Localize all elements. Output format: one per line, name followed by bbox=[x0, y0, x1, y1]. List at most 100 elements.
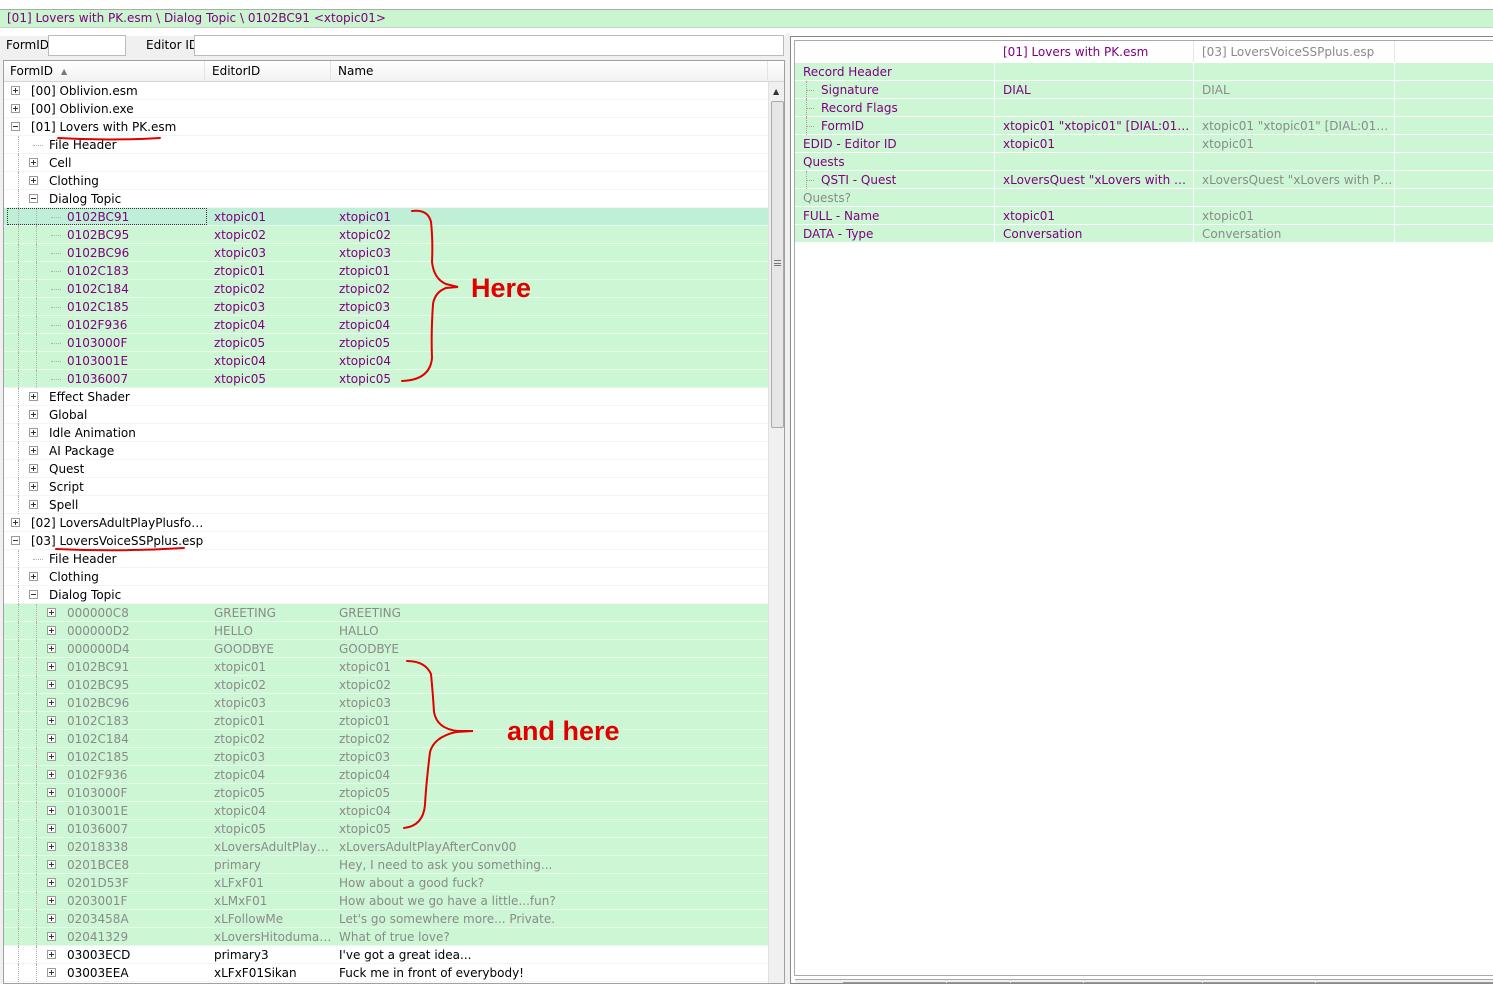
expand-plus-icon[interactable] bbox=[47, 932, 56, 941]
column-header-name[interactable]: Name bbox=[332, 61, 768, 82]
record-field-value-plugin-2[interactable]: xtopic01 bbox=[1195, 207, 1395, 224]
record-field-value-plugin-2[interactable]: Conversation bbox=[1195, 225, 1395, 242]
expand-plus-icon[interactable] bbox=[47, 806, 56, 815]
expand-plus-icon[interactable] bbox=[29, 410, 38, 419]
expand-plus-icon[interactable] bbox=[47, 896, 56, 905]
record-field-value-plugin-2[interactable] bbox=[1195, 99, 1395, 116]
record-field-value-plugin-1[interactable] bbox=[996, 153, 1194, 170]
tree-row[interactable]: 0203458A xLFollowMe Let's go somewhere mor… bbox=[4, 910, 768, 928]
collapse-minus-icon[interactable] bbox=[29, 590, 38, 599]
record-view-row[interactable]: FormIDxtopic01 "xtopic01" [DIAL:0102BC..… bbox=[795, 117, 1493, 135]
tree-row[interactable]: 0201BCE8 primary Hey, I need to ask you so… bbox=[4, 856, 768, 874]
tree-row[interactable]: 0102C185 ztopic03 ztopic03 bbox=[4, 748, 768, 766]
tree-row[interactable]: 0201D53F xLFxF01 How about a good fuck? bbox=[4, 874, 768, 892]
tree-row[interactable]: 0102BC96 xtopic03 xtopic03 bbox=[4, 244, 768, 262]
tree-row[interactable]: File Header bbox=[4, 550, 768, 568]
record-field-value-plugin-2[interactable]: DIAL bbox=[1195, 81, 1395, 98]
tree-row[interactable]: 000000D2 HELLO HALLO bbox=[4, 622, 768, 640]
formid-filter-input[interactable] bbox=[48, 35, 126, 56]
tree-row[interactable]: 0102BC91 xtopic01 xtopic01 bbox=[4, 208, 768, 226]
expand-plus-icon[interactable] bbox=[29, 392, 38, 401]
expand-plus-icon[interactable] bbox=[29, 482, 38, 491]
tree-row[interactable]: 01036007 xtopic05 xtopic05 bbox=[4, 370, 768, 388]
expand-plus-icon[interactable] bbox=[47, 662, 56, 671]
record-field-value-plugin-2[interactable] bbox=[1195, 153, 1395, 170]
expand-plus-icon[interactable] bbox=[47, 914, 56, 923]
tree-row[interactable]: 0102BC95 xtopic02 xtopic02 bbox=[4, 676, 768, 694]
expand-plus-icon[interactable] bbox=[29, 446, 38, 455]
tree-row[interactable]: 02041329 xLoversHitodumaK... What of true … bbox=[4, 928, 768, 946]
collapse-minus-icon[interactable] bbox=[11, 122, 20, 131]
record-field-value-plugin-1[interactable]: Conversation bbox=[996, 225, 1194, 242]
tree-row[interactable]: 0102C183 ztopic01 ztopic01 bbox=[4, 262, 768, 280]
collapse-minus-icon[interactable] bbox=[11, 536, 20, 545]
expand-plus-icon[interactable] bbox=[47, 608, 56, 617]
tree-row[interactable]: 000000D4 GOODBYE GOODBYE bbox=[4, 640, 768, 658]
tree-row[interactable]: Global bbox=[4, 406, 768, 424]
expand-plus-icon[interactable] bbox=[47, 734, 56, 743]
tree-row[interactable]: [02] LoversAdultPlayPlusforSSP.esp bbox=[4, 514, 768, 532]
expand-plus-icon[interactable] bbox=[47, 770, 56, 779]
tree-row[interactable]: 0203001F xLMxF01 How about we go have a li… bbox=[4, 892, 768, 910]
tree-row[interactable]: 03003EEA xLFxF01Sikan Fuck me in front of … bbox=[4, 964, 768, 982]
tree-row[interactable]: 03003ECD primary3 I've got a great idea... bbox=[4, 946, 768, 964]
tree-row[interactable]: Cell bbox=[4, 154, 768, 172]
record-view-row[interactable]: QSTI - Quest xLoversQuest "xLovers with P… bbox=[795, 171, 1493, 189]
navigation-tree[interactable]: FormID ▲ EditorID Name [00] Oblivion.esm[… bbox=[3, 60, 785, 984]
tree-row[interactable]: 0102BC96 xtopic03 xtopic03 bbox=[4, 694, 768, 712]
tree-row[interactable]: Dialog Topic bbox=[4, 586, 768, 604]
tree-row[interactable]: 0102C183 ztopic01 ztopic01 bbox=[4, 712, 768, 730]
expand-plus-icon[interactable] bbox=[11, 104, 20, 113]
tree-row[interactable]: Dialog Topic bbox=[4, 190, 768, 208]
expand-plus-icon[interactable] bbox=[47, 680, 56, 689]
expand-plus-icon[interactable] bbox=[29, 158, 38, 167]
record-field-value-plugin-2[interactable]: xtopic01 "xtopic01" [DIAL:0102BC... bbox=[1195, 117, 1395, 134]
record-view-row[interactable]: Record Flags bbox=[795, 99, 1493, 117]
record-field-value-plugin-1[interactable] bbox=[996, 189, 1194, 206]
tree-row[interactable]: [00] Oblivion.esm bbox=[4, 82, 768, 100]
column-header-formid[interactable]: FormID ▲ bbox=[4, 61, 205, 82]
tree-row[interactable]: 0102F936 ztopic04 ztopic04 bbox=[4, 766, 768, 784]
tree-vertical-scrollbar[interactable]: ▲ bbox=[768, 82, 784, 983]
record-view-row[interactable]: Quests? bbox=[795, 189, 1493, 207]
expand-plus-icon[interactable] bbox=[47, 644, 56, 653]
expand-plus-icon[interactable] bbox=[29, 428, 38, 437]
tree-row[interactable]: 0103000F ztopic05 ztopic05 bbox=[4, 334, 768, 352]
record-field-value-plugin-2[interactable]: xLoversQuest "xLovers with PK Q... bbox=[1195, 171, 1395, 188]
record-view-header-plugin-1[interactable]: [01] Lovers with PK.esm bbox=[996, 41, 1194, 62]
tree-row[interactable]: Idle Animation bbox=[4, 424, 768, 442]
record-field-value-plugin-2[interactable]: xtopic01 bbox=[1195, 135, 1395, 152]
expand-plus-icon[interactable] bbox=[29, 500, 38, 509]
tree-row[interactable]: 000000C8 GREETING GREETING bbox=[4, 604, 768, 622]
tree-row[interactable]: Effect Shader bbox=[4, 388, 768, 406]
record-view-row[interactable]: Quests bbox=[795, 153, 1493, 171]
expand-plus-icon[interactable] bbox=[47, 860, 56, 869]
expand-plus-icon[interactable] bbox=[11, 518, 20, 527]
tree-row[interactable]: 0102C184 ztopic02 ztopic02 bbox=[4, 280, 768, 298]
scrollbar-thumb[interactable] bbox=[771, 101, 784, 428]
record-field-value-plugin-1[interactable] bbox=[996, 99, 1194, 116]
expand-plus-icon[interactable] bbox=[47, 950, 56, 959]
tree-row[interactable]: 0102BC95 xtopic02 xtopic02 bbox=[4, 226, 768, 244]
expand-plus-icon[interactable] bbox=[47, 878, 56, 887]
tree-row[interactable]: 0102F936 ztopic04 ztopic04 bbox=[4, 316, 768, 334]
expand-plus-icon[interactable] bbox=[47, 842, 56, 851]
expand-plus-icon[interactable] bbox=[47, 698, 56, 707]
tree-row[interactable]: 0103001E xtopic04 xtopic04 bbox=[4, 352, 768, 370]
record-field-value-plugin-2[interactable] bbox=[1195, 63, 1395, 80]
tree-row[interactable]: Clothing bbox=[4, 568, 768, 586]
record-field-value-plugin-1[interactable] bbox=[996, 63, 1194, 80]
expand-plus-icon[interactable] bbox=[47, 716, 56, 725]
collapse-minus-icon[interactable] bbox=[29, 194, 38, 203]
expand-plus-icon[interactable] bbox=[29, 176, 38, 185]
record-field-value-plugin-1[interactable]: xtopic01 bbox=[996, 135, 1194, 152]
record-view-grid[interactable]: [01] Lovers with PK.esm [03] LoversVoice… bbox=[795, 41, 1493, 243]
record-view-row[interactable]: FULL - Name xtopic01 xtopic01 bbox=[795, 207, 1493, 225]
expand-plus-icon[interactable] bbox=[47, 824, 56, 833]
tree-row[interactable]: Quest bbox=[4, 460, 768, 478]
record-view-header-plugin-2[interactable]: [03] LoversVoiceSSPplus.esp bbox=[1195, 41, 1395, 62]
expand-plus-icon[interactable] bbox=[47, 626, 56, 635]
record-field-value-plugin-1[interactable]: DIAL bbox=[996, 81, 1194, 98]
expand-plus-icon[interactable] bbox=[29, 572, 38, 581]
tree-row[interactable]: [01] Lovers with PK.esm bbox=[4, 118, 768, 136]
